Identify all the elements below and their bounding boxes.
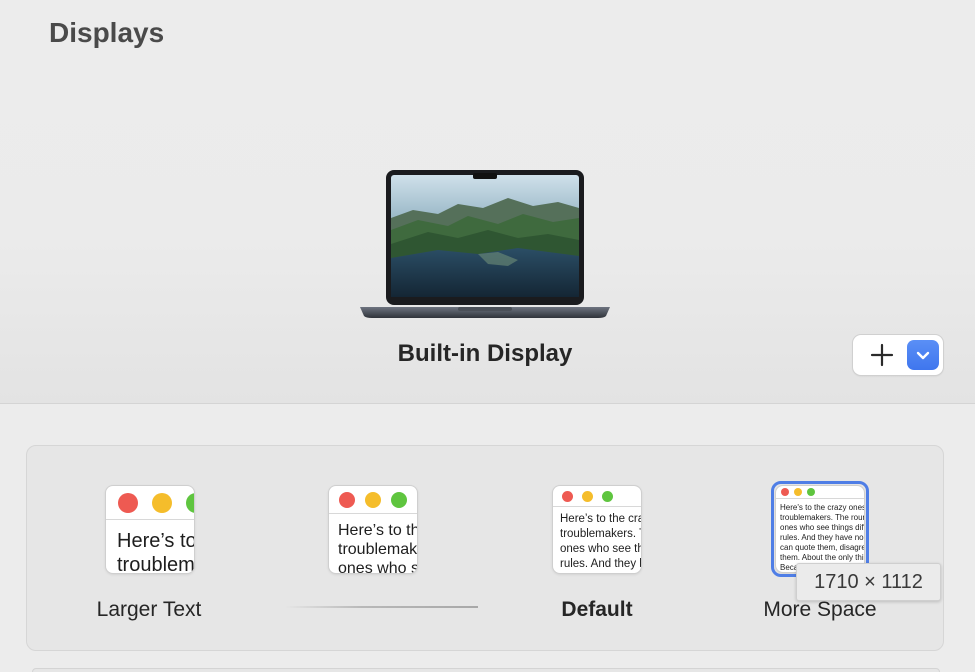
close-dot-icon: [118, 493, 138, 513]
plus-icon: [870, 343, 894, 367]
sample-text: Here’s to the crazy ones. troublemakers.…: [560, 513, 641, 570]
resolution-tooltip: 1710 × 1112: [796, 563, 941, 601]
zoom-dot-icon: [391, 492, 407, 508]
add-display-menu-button[interactable]: [907, 340, 939, 370]
resolution-option-default[interactable]: Here’s to the crazy ones. troublemakers.…: [553, 486, 641, 573]
option-label-larger-text[interactable]: Larger Text: [49, 598, 249, 622]
option-label-default[interactable]: Default: [497, 598, 697, 622]
chevron-down-icon: [916, 351, 930, 360]
laptop-icon[interactable]: [358, 168, 612, 320]
resolution-option-larger-text[interactable]: Here’s to the crazy ones, the troublemak…: [106, 486, 194, 573]
next-section-edge: [32, 668, 940, 672]
close-dot-icon: [339, 492, 355, 508]
resolution-divider: [285, 606, 478, 608]
minimize-dot-icon: [152, 493, 172, 513]
display-add-control: [853, 335, 943, 375]
minimize-dot-icon: [365, 492, 381, 508]
page-title: Displays: [49, 17, 165, 48]
minimize-dot-icon: [582, 491, 593, 502]
close-dot-icon: [562, 491, 573, 502]
add-display-button[interactable]: [861, 339, 903, 371]
sample-text: Here’s to the crazy ones, the troublemak…: [117, 530, 194, 573]
option-label-more-space[interactable]: More Space: [720, 598, 920, 622]
sample-text: Here’s to the crazy ones. The troublemak…: [338, 522, 417, 573]
resolution-option-2[interactable]: Here’s to the crazy ones. The troublemak…: [329, 486, 417, 573]
display-arrangement-area: Displays Built-in Display: [0, 0, 975, 404]
display-name: Built-in Display: [397, 340, 573, 367]
zoom-dot-icon: [602, 491, 613, 502]
